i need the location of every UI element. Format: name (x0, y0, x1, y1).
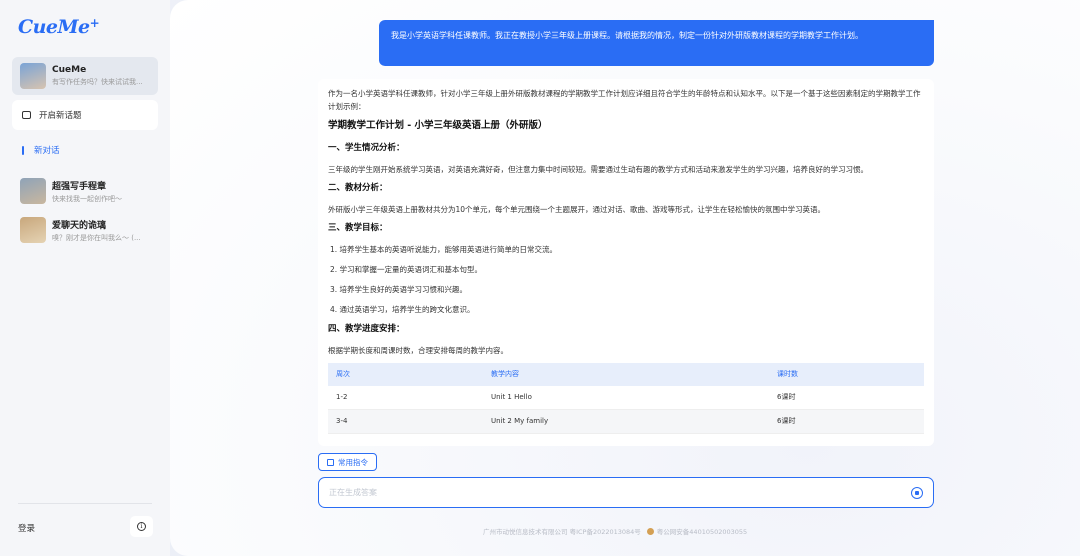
avatar (20, 217, 46, 243)
goal-item: 2. 学习和掌握一定量的英语词汇和基本句型。 (330, 265, 483, 274)
common-commands-label: 常用指令 (338, 457, 368, 467)
section-heading: 一、学生情况分析： (328, 143, 405, 153)
plan-title: 学期教学工作计划 - 小学三年级英语上册（外研版） (328, 120, 548, 131)
table-cell: 6课时 (769, 386, 924, 410)
bot-name: 超强写手程章 (52, 181, 107, 192)
new-topic-button[interactable]: 开启新话题 (12, 100, 158, 130)
bot-sub: 有写作任务吗？快来试试我... (52, 78, 143, 86)
bot-card-writer[interactable]: 超强写手程章 快来找我一起创作吧～ (12, 172, 158, 210)
footer: 广州市动悦信息技术有限公司 粤ICP备2022013084号 粤公网安备4401… (483, 526, 747, 536)
table-cell: 1-2 (328, 386, 483, 410)
table-cell: Unit 2 My family (482, 409, 770, 434)
section-heading: 三、教学目标： (328, 223, 388, 233)
table-header: 周次 (328, 363, 483, 386)
sidebar: CueMe+ CueMe 有写作任务吗？快来试试我... 开启新话题 新对话 超… (0, 0, 170, 556)
footer-police[interactable]: 粤公网安备44010502003055 (657, 526, 747, 536)
table-row: 3-4 Unit 2 My family 6课时 (328, 409, 924, 434)
bot-card-cueme[interactable]: CueMe 有写作任务吗？快来试试我... (12, 57, 158, 95)
avatar (20, 63, 46, 89)
info-icon: i (137, 522, 146, 531)
table-cell: 6课时 (769, 409, 924, 434)
section-text: 外研版小学三年级英语上册教材共分为10个单元，每个单元围绕一个主题展开，通过对话… (328, 205, 826, 214)
schedule-table: 周次 教学内容 课时数 1-2 Unit 1 Hello 6课时 3-4 Uni… (328, 363, 924, 434)
bot-sub: 嗅？刚才是你在叫我么～ (... (52, 233, 141, 242)
section-heading: 二、教材分析： (328, 183, 388, 193)
table-cell: Unit 1 Hello (482, 386, 770, 410)
answer-intro: 作为一名小学英语学科任课教师，针对小学三年级上册外研版教材课程的学期教学工作计划… (328, 89, 921, 111)
goal-item: 3. 培养学生良好的英语学习习惯和兴趣。 (330, 285, 468, 294)
divider (18, 503, 152, 504)
message-composer[interactable] (318, 477, 934, 508)
common-commands-button[interactable]: 常用指令 (318, 453, 377, 471)
active-indicator (22, 145, 24, 155)
table-header: 教学内容 (482, 363, 770, 386)
message-input[interactable] (329, 488, 911, 497)
new-chat-label: 新对话 (34, 146, 60, 156)
bot-name: CueMe (52, 65, 87, 75)
bot-sub: 快来找我一起创作吧～ (52, 194, 122, 203)
new-chat-item[interactable]: 新对话 (22, 144, 60, 156)
assistant-answer: 作为一名小学英语学科任课教师，针对小学三年级上册外研版教材课程的学期教学工作计划… (318, 79, 934, 446)
bot-name: 爱聊天的诡璃 (52, 220, 107, 231)
section-heading: 四、教学进度安排： (328, 324, 405, 334)
logo[interactable]: CueMe+ (18, 16, 100, 38)
section-text: 三年级的学生刚开始系统学习英语，对英语充满好奇，但注意力集中时间较短。需要通过生… (328, 165, 868, 174)
avatar (20, 178, 46, 204)
section-text: 根据学期长度和周课时数，合理安排每周的教学内容。 (328, 346, 508, 355)
chat-icon (22, 111, 31, 119)
new-topic-label: 开启新话题 (39, 111, 82, 121)
goal-item: 4. 通过英语学习，培养学生的跨文化意识。 (330, 305, 475, 314)
login-link[interactable]: 登录 (18, 522, 35, 534)
table-row: 1-2 Unit 1 Hello 6课时 (328, 386, 924, 410)
table-header-row: 周次 教学内容 课时数 (328, 363, 924, 386)
user-message: 我是小学英语学科任课教师。我正在教授小学三年级上册课程。请根据我的情况，制定一份… (379, 20, 934, 66)
table-cell: 3-4 (328, 409, 483, 434)
goal-item: 1. 培养学生基本的英语听说能力，能够用英语进行简单的日常交流。 (330, 245, 558, 254)
footer-company[interactable]: 广州市动悦信息技术有限公司 粤ICP备2022013084号 (483, 526, 641, 536)
command-icon (327, 458, 334, 466)
bot-card-chatter[interactable]: 爱聊天的诡璃 嗅？刚才是你在叫我么～ (... (12, 211, 158, 249)
table-header: 课时数 (769, 363, 924, 386)
police-badge-icon (646, 527, 654, 535)
info-button[interactable]: i (130, 516, 153, 537)
stop-icon[interactable] (911, 486, 923, 499)
